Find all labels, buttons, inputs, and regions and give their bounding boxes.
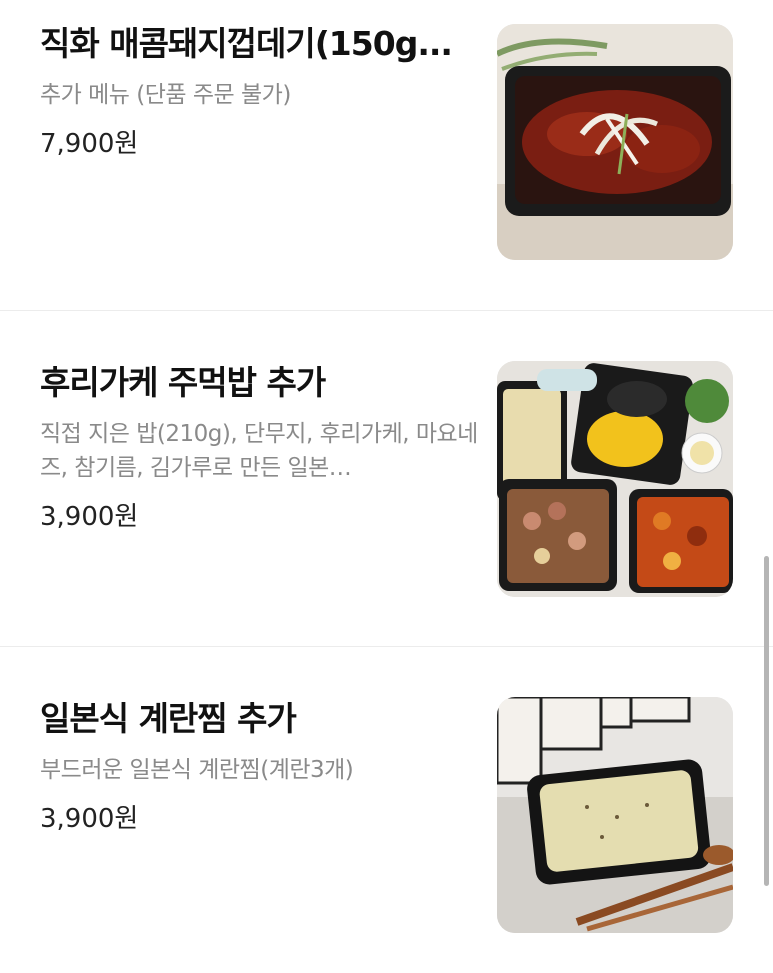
menu-list: 직화 매콤돼지껍데기(150g... 추가 메뉴 (단품 주문 불가) 7,90… <box>0 0 773 973</box>
menu-item-description: 부드러운 일본식 계란찜(계란3개) <box>40 757 354 783</box>
menu-item-price: 7,900원 <box>40 129 139 159</box>
menu-item-description: 추가 메뉴 (단품 주문 불가) <box>40 82 291 108</box>
menu-item-text: 직화 매콤돼지껍데기(150g... 추가 메뉴 (단품 주문 불가) 7,90… <box>40 22 480 162</box>
menu-item[interactable]: 일본식 계란찜 추가 부드러운 일본식 계란찜(계란3개) 3,900원 <box>0 646 773 973</box>
spicy-pork-skin-photo[interactable] <box>497 24 733 260</box>
menu-item-name: 일본식 계란찜 추가 <box>40 699 297 738</box>
menu-item-text: 일본식 계란찜 추가 부드러운 일본식 계란찜(계란3개) 3,900원 <box>40 697 480 837</box>
furikake-rice-ball-photo[interactable] <box>497 361 733 597</box>
menu-item-name: 직화 매콤돼지껍데기(150g... <box>40 24 453 63</box>
menu-item[interactable]: 직화 매콤돼지껍데기(150g... 추가 메뉴 (단품 주문 불가) 7,90… <box>0 0 773 310</box>
menu-item-price: 3,900원 <box>40 804 139 834</box>
japanese-steamed-egg-photo[interactable] <box>497 697 733 933</box>
scrollbar[interactable] <box>764 556 769 886</box>
menu-item[interactable]: 후리가케 주먹밥 추가 직접 지은 밥(210g), 단무지, 후리가케, 마요… <box>0 310 773 646</box>
menu-item-name: 후리가케 주먹밥 추가 <box>40 363 326 402</box>
menu-item-price: 3,900원 <box>40 502 139 532</box>
menu-item-text: 후리가케 주먹밥 추가 직접 지은 밥(210g), 단무지, 후리가케, 마요… <box>40 361 480 535</box>
menu-item-description: 직접 지은 밥(210g), 단무지, 후리가케, 마요네즈, 참기름, 김가루… <box>40 421 478 481</box>
